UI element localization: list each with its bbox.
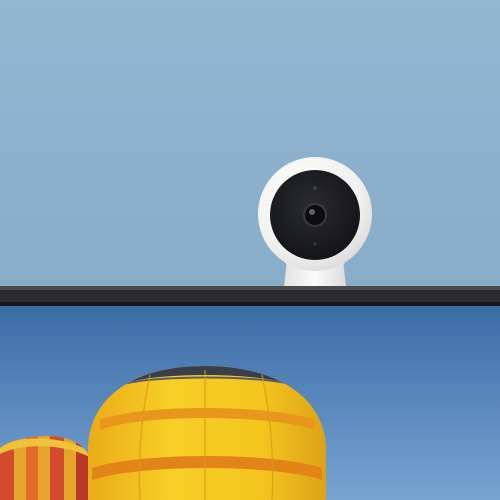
camera-head xyxy=(258,157,372,271)
scene-illustration xyxy=(0,0,500,500)
camera-sensor-dot xyxy=(313,186,317,190)
photo-scene xyxy=(0,0,500,500)
camera-mic-dot xyxy=(313,242,317,246)
monitor-bezel xyxy=(0,286,500,306)
camera-lens-icon xyxy=(303,203,327,227)
wall-background xyxy=(0,0,500,290)
